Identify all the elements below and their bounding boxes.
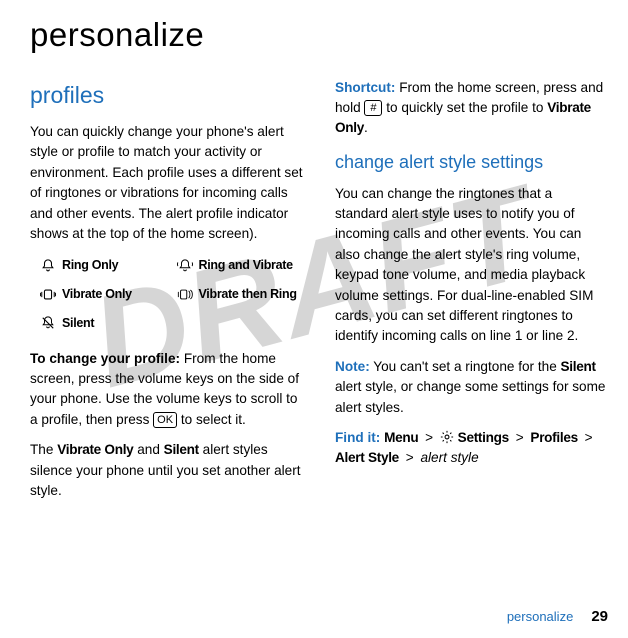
columns: profiles You can quickly change your pho… (30, 78, 608, 512)
separator: > (422, 430, 436, 445)
footer-section-name: personalize (507, 607, 574, 627)
separator: > (403, 450, 417, 465)
path-menu: Menu (384, 430, 418, 445)
vibrate-icon (40, 287, 56, 301)
page: personalize profiles You can quickly cha… (0, 0, 628, 638)
right-column: Shortcut: From the home screen, press an… (335, 78, 608, 512)
profiles-intro: You can quickly change your phone's aler… (30, 122, 303, 244)
alert-style-body: You can change the ringtones that a stan… (335, 184, 608, 347)
mode-ring-and-vibrate: Ring and Vibrate (177, 256, 304, 275)
alert-mode-list: Ring Only Ring and Vibrate Vibrate Only (40, 256, 303, 332)
path-alert-style: Alert Style (335, 450, 399, 465)
silent-icon (40, 316, 56, 330)
separator: > (582, 430, 596, 445)
section-title-profiles: profiles (30, 78, 303, 113)
ok-key-icon: OK (153, 412, 177, 428)
text: alert style, or change some settings for… (335, 379, 606, 414)
text: The (30, 442, 57, 457)
text: and (133, 442, 163, 457)
vibrate-ring-icon (177, 287, 193, 301)
shortcut-paragraph: Shortcut: From the home screen, press an… (335, 78, 608, 139)
path-profiles: Profiles (530, 430, 577, 445)
footer-page-number: 29 (591, 606, 608, 629)
bell-icon (40, 259, 56, 273)
hash-key-icon: # (364, 100, 382, 116)
text: You can't set a ringtone for the (370, 359, 561, 374)
left-column: profiles You can quickly change your pho… (30, 78, 303, 512)
gear-icon (440, 430, 454, 444)
mode-vibrate-only: Vibrate Only (40, 285, 167, 304)
mode-label: Vibrate Only (62, 285, 132, 304)
path-italic: alert style (420, 450, 478, 465)
bell-vibrate-icon (177, 259, 193, 273)
silence-paragraph: The Vibrate Only and Silent alert styles… (30, 440, 303, 501)
subsection-title: change alert style settings (335, 149, 608, 176)
page-footer: personalize 29 (507, 606, 608, 629)
mode-label: Ring Only (62, 256, 118, 275)
mode-silent: Silent (40, 314, 167, 333)
mode-label: Silent (62, 314, 94, 333)
vibrate-only-label: Vibrate Only (57, 442, 133, 457)
mode-vibrate-then-ring: Vibrate then Ring (177, 285, 304, 304)
silent-label: Silent (164, 442, 199, 457)
mode-ring-only: Ring Only (40, 256, 167, 275)
find-it-label: Find it: (335, 430, 380, 445)
find-it-paragraph: Find it: Menu > Settings > Profiles > Al… (335, 428, 608, 469)
page-title: personalize (30, 10, 608, 60)
text: to quickly set the profile to (382, 100, 547, 115)
note-silent: Silent (561, 359, 596, 374)
change-profile-paragraph: To change your profile: From the home sc… (30, 349, 303, 431)
note-label: Note: (335, 359, 370, 374)
change-profile-heading: To change your profile: (30, 351, 180, 366)
note-paragraph: Note: You can't set a ringtone for the S… (335, 357, 608, 418)
path-settings: Settings (458, 430, 509, 445)
change-profile-tail: to select it. (177, 412, 246, 427)
separator: > (513, 430, 527, 445)
mode-label: Vibrate then Ring (199, 285, 297, 304)
mode-label: Ring and Vibrate (199, 256, 293, 275)
text: . (364, 120, 368, 135)
shortcut-label: Shortcut: (335, 80, 395, 95)
